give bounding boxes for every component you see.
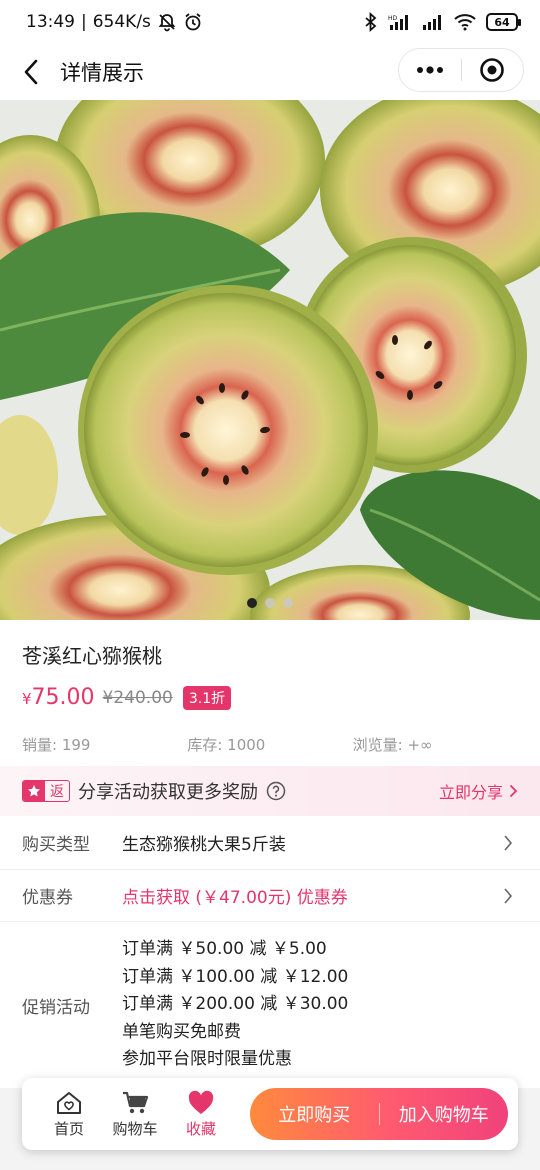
product-info: 苍溪红心猕猴桃 ¥75.00 ¥240.00 3.1折 销量: 199 库存: …	[0, 620, 540, 766]
bottom-action-bar: 首页 购物车 收藏 立即购买 加入购物车	[22, 1078, 518, 1150]
tab-cart[interactable]: 购物车	[102, 1090, 168, 1139]
rebate-tag: 返	[22, 780, 70, 802]
promotions-label: 促销活动	[22, 997, 90, 1018]
wifi-icon	[454, 13, 476, 31]
tab-home-label: 首页	[53, 1119, 84, 1138]
shopping-cart-icon	[123, 1091, 149, 1113]
promotion-item: 订单满 ￥100.00 减 ￥12.00	[122, 966, 349, 987]
status-left: 13:49 | 654K/s	[26, 12, 203, 32]
share-now-label: 立即分享	[438, 783, 503, 802]
purchase-actions: 立即购买 加入购物车	[250, 1088, 508, 1140]
promotions-row: 促销活动 订单满 ￥50.00 减 ￥5.00 订单满 ￥100.00 减 ￥1…	[0, 922, 540, 1088]
price-value: 75.00	[31, 685, 95, 710]
promotions-list: 订单满 ￥50.00 减 ￥5.00 订单满 ￥100.00 减 ￥12.00 …	[122, 936, 518, 1074]
tab-favorite[interactable]: 收藏	[168, 1090, 234, 1139]
close-mini-program-button[interactable]	[462, 49, 524, 91]
add-to-cart-button[interactable]: 加入购物车	[380, 1101, 509, 1127]
mute-icon	[157, 12, 177, 32]
back-button[interactable]	[6, 44, 56, 100]
buy-now-button[interactable]: 立即购买	[250, 1101, 379, 1127]
more-button[interactable]	[399, 49, 461, 91]
mini-program-capsule	[398, 48, 524, 92]
battery-icon: 64	[486, 13, 521, 31]
promotion-item: 单笔购买免邮费	[122, 1021, 241, 1042]
price-row: ¥75.00 ¥240.00 3.1折	[22, 685, 518, 710]
more-dots-icon	[416, 66, 443, 74]
rebate-label: 返	[50, 784, 64, 800]
stats-row: 销量: 199 库存: 1000 浏览量: +∞	[22, 734, 518, 755]
tab-cart-label: 购物车	[112, 1119, 158, 1138]
target-circle-icon	[480, 58, 505, 82]
help-icon[interactable]	[266, 781, 286, 801]
status-bar: 13:49 | 654K/s HD 64	[0, 0, 540, 44]
share-text: 分享活动获取更多奖励	[78, 782, 258, 803]
currency-symbol: ¥	[22, 690, 32, 708]
promotion-item: 参加平台限时限量优惠	[122, 1049, 292, 1070]
coupon-row[interactable]: 优惠券 点击获取 (￥47.00元) 优惠券	[0, 870, 540, 922]
svg-text:HD: HD	[388, 15, 398, 22]
home-icon	[57, 1091, 81, 1114]
carousel-dot[interactable]	[265, 598, 275, 608]
alarm-icon	[183, 12, 203, 32]
discount-badge: 3.1折	[182, 685, 232, 710]
page-title: 详情展示	[60, 61, 144, 85]
product-name: 苍溪红心猕猴桃	[22, 644, 162, 668]
carousel-dot[interactable]	[247, 598, 257, 608]
tab-home[interactable]: 首页	[36, 1090, 102, 1139]
purchase-type-row[interactable]: 购买类型 生态猕猴桃大果5斤装	[0, 816, 540, 870]
tab-favorite-label: 收藏	[185, 1119, 216, 1138]
signal-icon	[422, 13, 444, 31]
promotion-item: 订单满 ￥50.00 减 ￥5.00	[122, 939, 327, 960]
nav-bar: 详情展示	[0, 44, 540, 100]
original-price: ¥240.00	[102, 687, 173, 708]
stock-count: 库存: 1000	[187, 736, 266, 754]
current-price: ¥75.00	[22, 685, 95, 710]
chevron-left-icon	[24, 59, 38, 85]
star-icon	[23, 781, 45, 801]
share-reward-banner[interactable]: 返 分享活动获取更多奖励 立即分享	[0, 766, 540, 816]
signal-hd-icon: HD	[388, 13, 412, 31]
product-image-carousel[interactable]	[0, 100, 540, 620]
chevron-right-icon	[498, 887, 518, 905]
chevron-right-icon	[509, 784, 518, 798]
promotion-item: 订单满 ￥200.00 减 ￥30.00	[122, 994, 349, 1015]
purchase-type-value: 生态猕猴桃大果5斤装	[122, 835, 286, 855]
coupon-value: 点击获取 (￥47.00元) 优惠券	[122, 888, 348, 908]
chevron-right-icon	[498, 834, 518, 852]
share-now-link[interactable]: 立即分享	[439, 779, 518, 803]
carousel-dot[interactable]	[283, 598, 293, 608]
purchase-type-label: 购买类型	[22, 835, 90, 855]
carousel-indicator	[0, 598, 540, 608]
status-right: HD 64	[364, 12, 521, 32]
status-separator: |	[81, 12, 87, 32]
sales-count: 销量: 199	[22, 736, 91, 754]
status-time: 13:49	[26, 12, 75, 32]
kiwi-fruit-image	[0, 100, 540, 620]
coupon-label: 优惠券	[22, 888, 73, 908]
view-count: 浏览量: +∞	[352, 736, 433, 754]
heart-icon	[188, 1090, 214, 1114]
bluetooth-icon	[364, 12, 378, 32]
status-net-speed: 654K/s	[92, 12, 151, 32]
